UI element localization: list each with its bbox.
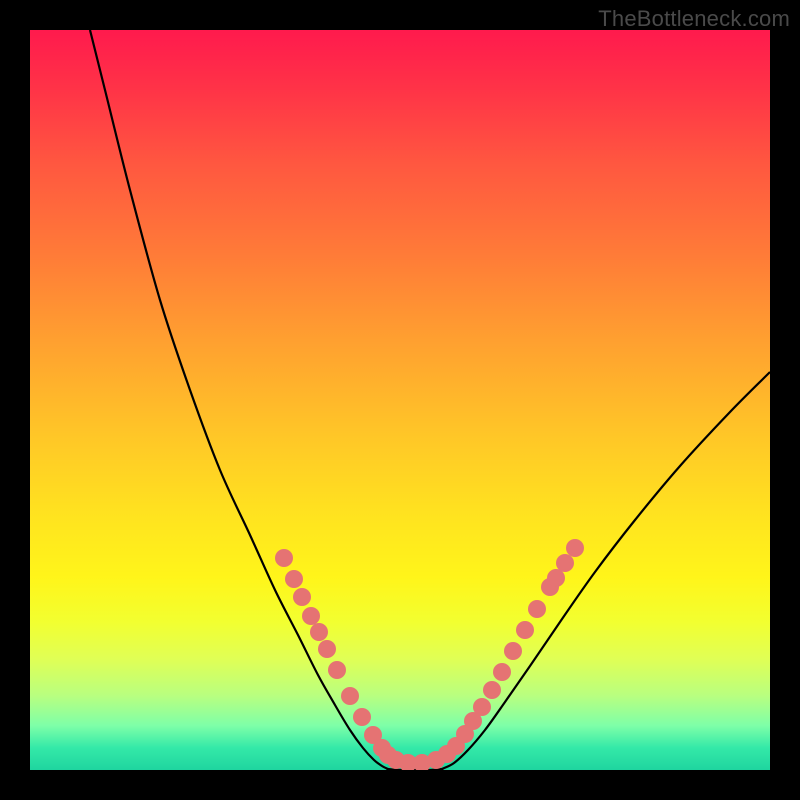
scatter-dot <box>353 708 371 726</box>
scatter-dot <box>547 569 565 587</box>
scatter-dot <box>566 539 584 557</box>
scatter-dot <box>473 698 491 716</box>
scatter-dot <box>275 549 293 567</box>
scatter-dot <box>528 600 546 618</box>
curve-path <box>90 30 770 770</box>
scatter-dot <box>341 687 359 705</box>
scatter-dot <box>318 640 336 658</box>
outer-frame: TheBottleneck.com <box>0 0 800 800</box>
scatter-dot <box>328 661 346 679</box>
scatter-dot <box>293 588 311 606</box>
scatter-dot <box>493 663 511 681</box>
plot-area <box>30 30 770 770</box>
scatter-dot <box>504 642 522 660</box>
scatter-dot <box>310 623 328 641</box>
chart-svg <box>30 30 770 770</box>
scatter-dot <box>556 554 574 572</box>
scatter-dot <box>516 621 534 639</box>
scatter-dot <box>302 607 320 625</box>
scatter-dot <box>285 570 303 588</box>
scatter-dot <box>483 681 501 699</box>
watermark-text: TheBottleneck.com <box>598 6 790 32</box>
